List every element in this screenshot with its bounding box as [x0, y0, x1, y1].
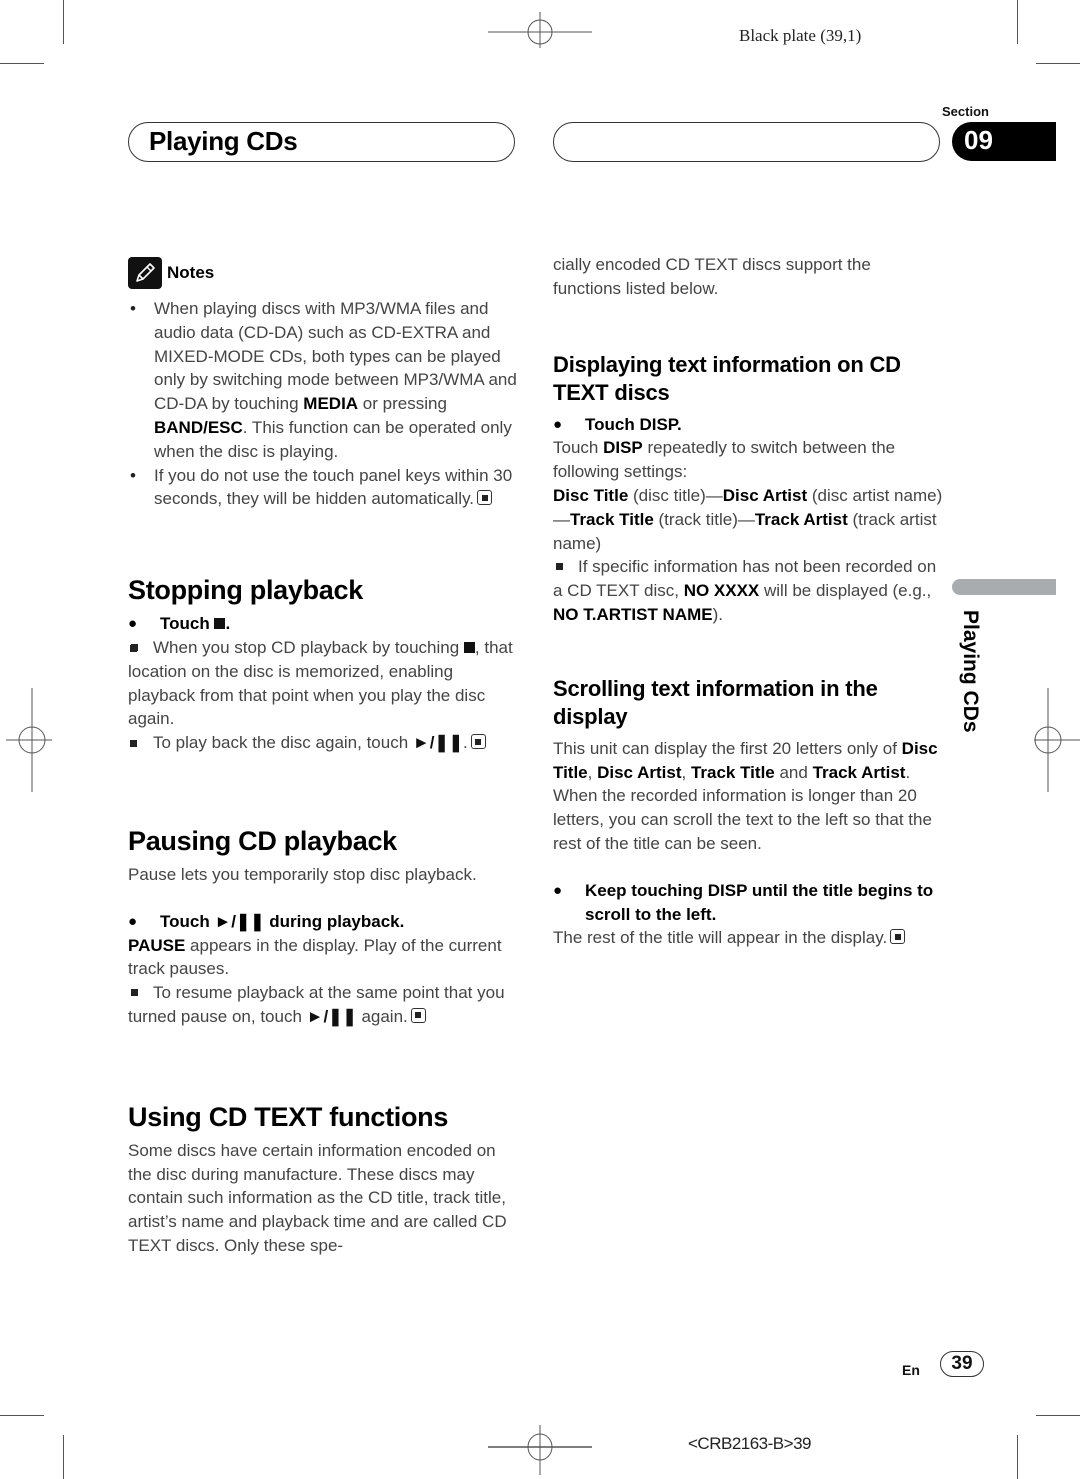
registration-mark-icon [6, 688, 52, 792]
chapter-title-box: Playing CDs [128, 122, 515, 162]
pausing-note: To resume playback at the same point tha… [128, 981, 520, 1029]
end-mark-icon [890, 929, 906, 945]
note-item: When playing discs with MP3/WMA files an… [128, 297, 520, 464]
note-text: If specific information has not been rec… [553, 557, 937, 624]
stopping-heading: Stopping playback [128, 575, 363, 606]
stopping-note: When you stop CD playback by touching , … [128, 636, 520, 731]
plate-label: Black plate (39,1) [739, 26, 862, 45]
note-text: . [462, 733, 468, 753]
display-cycle: Disc Title (disc title)—Disc Artist (dis… [553, 485, 943, 553]
play-pause-icon: ►/❚❚ [412, 733, 463, 753]
crop-mark [1017, 0, 1018, 44]
cdtext-body-continued: cially encoded CD TEXT discs support the… [553, 255, 871, 298]
crop-mark [63, 1435, 64, 1479]
step-suffix: during playback. [269, 911, 405, 931]
pencil-icon [128, 257, 162, 289]
note-text: again. [361, 1006, 408, 1026]
play-pause-icon: ►/❚❚ [306, 1006, 357, 1026]
stopping-step: Touch . [128, 612, 520, 636]
pausing-result: PAUSE appears in the display. Play of th… [128, 934, 520, 982]
right-column: cially encoded CD TEXT discs support the… [553, 253, 943, 950]
end-mark-icon [410, 1007, 426, 1023]
note-item: If you do not use the touch panel keys w… [128, 464, 520, 512]
crop-mark [0, 63, 44, 64]
end-mark-icon [477, 490, 493, 506]
side-chapter-label: Playing CDs [959, 610, 982, 733]
play-pause-icon: ►/❚❚ [214, 911, 265, 931]
note-text: To play back the disc again, touch [153, 733, 409, 753]
square-bullet-icon [556, 563, 563, 571]
section-number: 09 [964, 125, 993, 155]
crop-mark [63, 0, 64, 44]
step-text: Touch [160, 911, 210, 931]
result-text: appears in the display. Play of the curr… [128, 935, 502, 979]
displaying-note: If specific information has not been rec… [553, 555, 943, 626]
section-tab: 09 [952, 122, 1056, 161]
bold-term: Track Artist [812, 762, 906, 782]
desc-text: Touch [553, 438, 604, 458]
bold-term: Disc Artist [597, 762, 682, 782]
bold-term: Disc Title [553, 485, 629, 505]
registration-mark-icon [488, 12, 592, 48]
scrolling-heading: Scrolling text information in the displa… [553, 675, 878, 729]
stopping-note: To play back the disc again, touch ►/❚❚. [128, 731, 520, 755]
bold-term: MEDIA [303, 394, 359, 414]
pause-label: PAUSE [128, 935, 186, 955]
language-label: En [902, 1362, 920, 1378]
stop-icon [214, 618, 226, 630]
page-number: 39 [940, 1351, 984, 1377]
end-mark-icon [470, 734, 486, 750]
bold-term: Track Artist [754, 509, 848, 529]
crop-mark [1036, 63, 1080, 64]
header-blank-box [553, 122, 940, 162]
bold-term: Track Title [570, 509, 654, 529]
pausing-heading: Pausing CD playback [128, 825, 397, 856]
bold-term: BAND/ESC [154, 417, 243, 437]
document-code: <CRB2163-B>39 [688, 1434, 811, 1453]
side-thumb-tab [952, 579, 1056, 595]
bold-term: Disc Artist [722, 485, 808, 505]
bold-term: NO XXXX [683, 581, 760, 601]
crop-mark [0, 1415, 44, 1416]
crop-mark [1017, 1435, 1018, 1479]
notes-heading: Notes [128, 257, 520, 289]
result-text: The rest of the title will appear in the… [553, 928, 888, 948]
displaying-desc: Touch DISP repeatedly to switch between … [553, 436, 943, 484]
square-bullet-icon [131, 989, 138, 997]
scrolling-step: Keep touching DISP until the title begin… [553, 879, 943, 927]
section-label: Section [942, 104, 989, 119]
stop-icon [463, 641, 475, 653]
pausing-intro: Pause lets you temporarily stop disc pla… [128, 864, 477, 884]
notes-title: Notes [167, 263, 215, 283]
registration-mark-icon [1034, 688, 1080, 792]
step-suffix: . [225, 614, 231, 634]
square-bullet-icon [131, 643, 138, 651]
scrolling-result: The rest of the title will appear in the… [553, 926, 943, 950]
chapter-title: Playing CDs [149, 126, 298, 156]
bold-term: NO T.ARTIST NAME [553, 604, 713, 624]
crop-mark [1036, 1415, 1080, 1416]
left-column: Notes When playing discs with MP3/WMA fi… [128, 257, 520, 1258]
pausing-step: Touch ►/❚❚ during playback. [128, 910, 520, 934]
cdtext-heading: Using CD TEXT functions [128, 1101, 449, 1132]
cdtext-body: Some discs have certain information enco… [128, 1140, 507, 1255]
displaying-heading: Displaying text information on CD TEXT d… [553, 351, 901, 405]
note-text: When you stop CD playback by touching [153, 637, 460, 657]
step-text: Touch [160, 614, 210, 634]
registration-mark-icon [488, 1425, 592, 1475]
notes-list: When playing discs with MP3/WMA files an… [128, 297, 520, 511]
scrolling-body: This unit can display the first 20 lette… [553, 738, 938, 853]
bold-term: Track Title [690, 762, 775, 782]
disp-label: DISP [603, 438, 643, 458]
displaying-step: Touch DISP. [553, 413, 943, 437]
